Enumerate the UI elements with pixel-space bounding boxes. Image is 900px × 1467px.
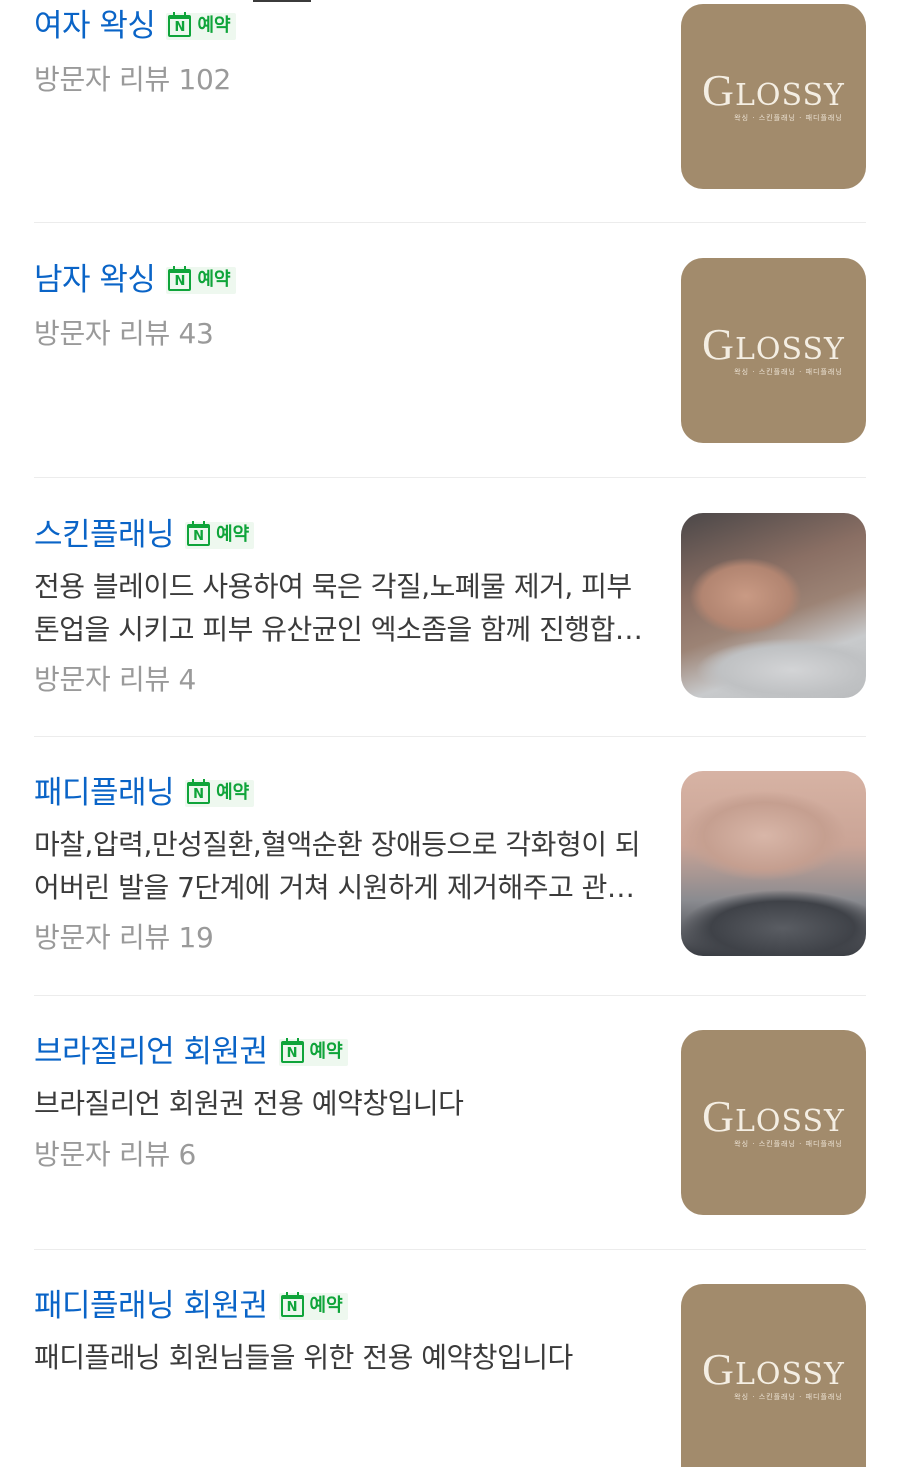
naver-calendar-icon: N [168, 266, 192, 291]
item-title[interactable]: 브라질리언 회원권 [34, 1030, 268, 1074]
list-item[interactable]: 여자 왁싱 N 예약 방문자 리뷰 102 G LOSSY 왁싱 · 스킨플래닝 … [34, 4, 866, 194]
booking-label: 예약 [216, 782, 250, 803]
item-description: 마찰,압력,만성질환,혈액순환 장애등으로 각화형이 되어버린 발을 7단계에 … [34, 828, 641, 904]
list-item[interactable]: 스킨플래닝 N 예약 전용 블레이드 사용하여 묵은 각질,노폐물 제거, 피부… [34, 513, 866, 703]
item-title[interactable]: 패디플래닝 회원권 [34, 1284, 268, 1328]
item-title[interactable]: 스킨플래닝 [34, 513, 175, 557]
glossy-logo: G LOSSY [702, 1091, 845, 1141]
item-thumbnail[interactable]: G LOSSY 왁싱 · 스킨플래닝 · 패디플래닝 [681, 1030, 866, 1215]
review-count: 방문자 리뷰 43 [34, 317, 214, 350]
list-item[interactable]: 패디플래닝 회원권 N 예약 패디플래닝 회원님들을 위한 전용 예약창입니다 … [34, 1284, 866, 1467]
booking-badge: N 예약 [166, 12, 236, 40]
divider [34, 995, 866, 996]
item-thumbnail[interactable]: G LOSSY 왁싱 · 스킨플래닝 · 패디플래닝 [681, 1284, 866, 1467]
item-thumbnail[interactable]: G LOSSY 왁싱 · 스킨플래닝 · 패디플래닝 [681, 4, 866, 189]
booking-label: 예약 [197, 15, 231, 36]
booking-badge: N 예약 [185, 779, 255, 807]
divider [34, 222, 866, 223]
glossy-logo: G LOSSY [702, 319, 845, 369]
naver-calendar-icon: N [187, 779, 211, 804]
item-thumbnail[interactable] [681, 513, 866, 698]
booking-badge: N 예약 [166, 266, 236, 294]
item-title[interactable]: 패디플래닝 [34, 771, 175, 815]
list-item[interactable]: 브라질리언 회원권 N 예약 브라질리언 회원권 전용 예약창입니다 방문자 리… [34, 1030, 866, 1220]
review-count: 방문자 리뷰 4 [34, 663, 197, 696]
review-count: 방문자 리뷰 102 [34, 63, 232, 96]
item-description: 패디플래닝 회원님들을 위한 전용 예약창입니다 [34, 1341, 573, 1374]
divider [34, 477, 866, 478]
naver-calendar-icon: N [168, 12, 192, 37]
naver-calendar-icon: N [187, 521, 211, 546]
logo-subtitle: 왁싱 · 스킨플래닝 · 패디플래닝 [734, 1392, 843, 1401]
booking-label: 예약 [309, 1295, 343, 1316]
booking-badge: N 예약 [185, 521, 255, 549]
logo-subtitle: 왁싱 · 스킨플래닝 · 패디플래닝 [734, 367, 843, 376]
booking-badge: N 예약 [278, 1292, 348, 1320]
divider [34, 1249, 866, 1250]
logo-subtitle: 왁싱 · 스킨플래닝 · 패디플래닝 [734, 1139, 843, 1148]
glossy-logo: G LOSSY [702, 65, 845, 115]
divider [34, 736, 866, 737]
item-title[interactable]: 여자 왁싱 [34, 4, 156, 48]
item-thumbnail[interactable] [681, 771, 866, 956]
booking-badge: N 예약 [278, 1038, 348, 1066]
list-item[interactable]: 패디플래닝 N 예약 마찰,압력,만성질환,혈액순환 장애등으로 각화형이 되어… [34, 771, 866, 961]
item-description: 전용 블레이드 사용하여 묵은 각질,노폐물 제거, 피부 톤업을 시키고 피부… [34, 570, 641, 646]
glossy-logo: G LOSSY [702, 1344, 845, 1394]
item-thumbnail[interactable]: G LOSSY 왁싱 · 스킨플래닝 · 패디플래닝 [681, 258, 866, 443]
booking-label: 예약 [197, 269, 231, 290]
list-item[interactable]: 남자 왁싱 N 예약 방문자 리뷰 43 G LOSSY 왁싱 · 스킨플래닝 ·… [34, 258, 866, 448]
active-tab-indicator [253, 0, 311, 2]
naver-calendar-icon: N [280, 1038, 304, 1063]
item-title[interactable]: 남자 왁싱 [34, 258, 156, 302]
review-count: 방문자 리뷰 19 [34, 921, 214, 954]
booking-label: 예약 [309, 1041, 343, 1062]
booking-label: 예약 [216, 524, 250, 545]
item-description: 브라질리언 회원권 전용 예약창입니다 [34, 1087, 464, 1120]
review-count: 방문자 리뷰 6 [34, 1138, 197, 1171]
naver-calendar-icon: N [280, 1292, 304, 1317]
logo-subtitle: 왁싱 · 스킨플래닝 · 패디플래닝 [734, 113, 843, 122]
